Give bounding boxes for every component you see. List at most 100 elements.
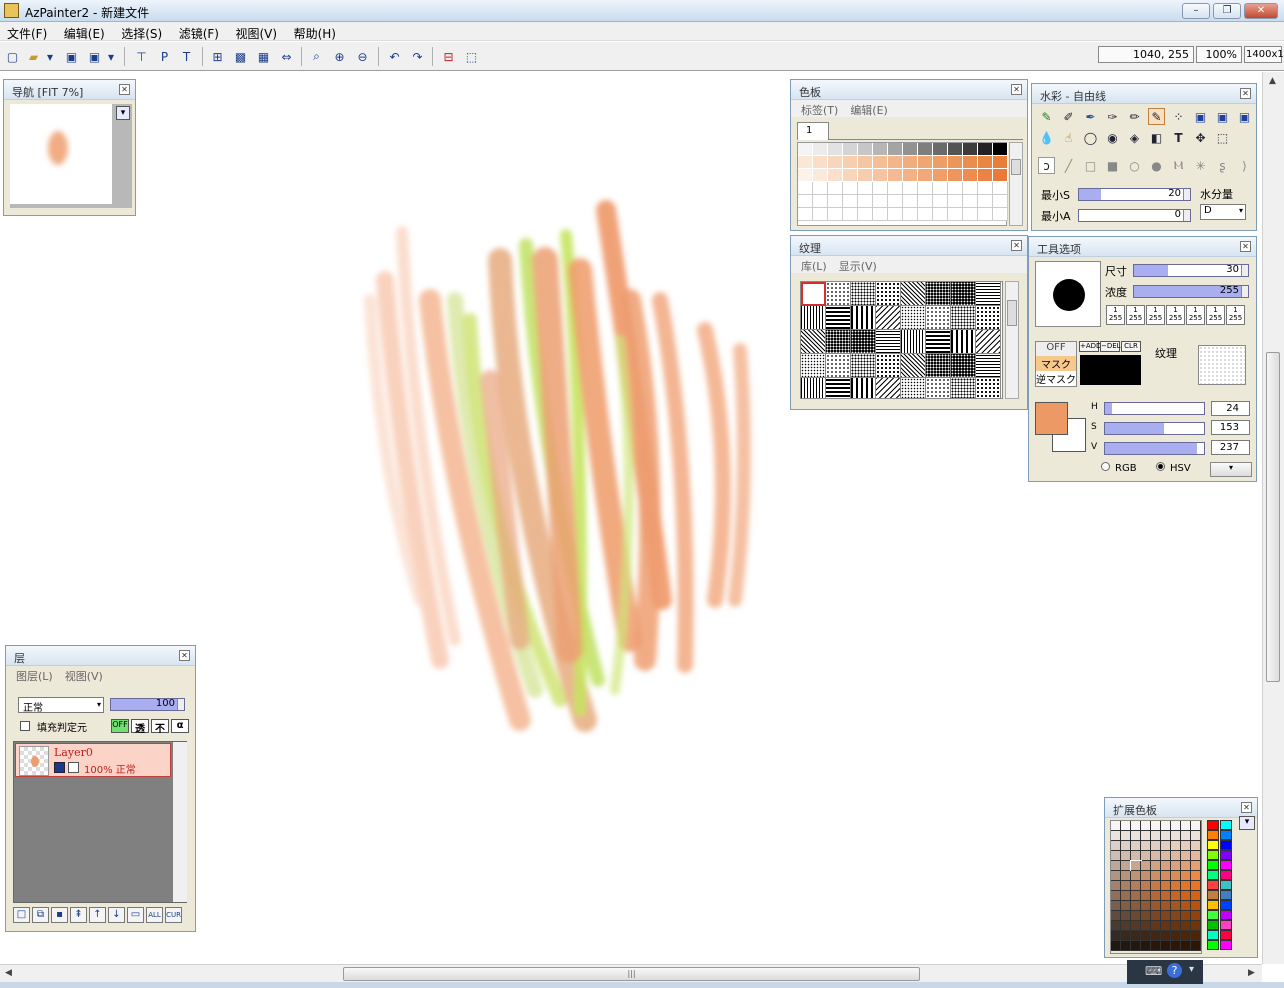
extended-color-swatch[interactable]	[1131, 941, 1141, 951]
palette-swatch[interactable]	[873, 169, 888, 182]
extended-color-swatch[interactable]	[1141, 921, 1151, 931]
extended-side-swatch[interactable]	[1207, 910, 1219, 920]
close-icon[interactable]: ✕	[1011, 240, 1022, 251]
palette-scrollbar[interactable]	[1009, 142, 1023, 226]
texture-swatch[interactable]	[826, 330, 851, 354]
extended-side-swatch[interactable]	[1207, 880, 1219, 890]
fill-ellipse-mode-icon[interactable]: ●	[1148, 157, 1165, 174]
extended-color-swatch[interactable]	[1111, 921, 1121, 931]
close-icon[interactable]: ✕	[119, 84, 130, 95]
maximize-button[interactable]: ❐	[1213, 3, 1241, 19]
palette-swatch[interactable]	[903, 143, 918, 156]
extended-color-swatch[interactable]	[1181, 921, 1191, 931]
extended-color-swatch[interactable]	[1111, 861, 1121, 871]
texture-swatch[interactable]	[901, 330, 926, 354]
extended-color-swatch[interactable]	[1111, 891, 1121, 901]
extended-color-swatch[interactable]	[1141, 861, 1151, 871]
brush-icon[interactable]: ✏	[1126, 108, 1143, 125]
extended-color-swatch[interactable]	[1131, 921, 1141, 931]
extended-color-swatch[interactable]	[1191, 821, 1201, 831]
extended-side-swatch[interactable]	[1207, 820, 1219, 830]
texture-swatch[interactable]	[851, 330, 876, 354]
texture-swatch[interactable]	[926, 306, 951, 330]
extended-color-swatch[interactable]	[1141, 831, 1151, 841]
palette-swatch[interactable]	[828, 143, 843, 156]
texture-pattern-grid[interactable]	[800, 281, 1003, 399]
delete-layer-button[interactable]: ▪	[51, 907, 68, 923]
all-button[interactable]: ALL	[146, 907, 163, 923]
palette-swatch-empty[interactable]	[918, 195, 933, 208]
extended-side-swatch[interactable]	[1207, 830, 1219, 840]
palette-swatch[interactable]	[873, 156, 888, 169]
palette-swatch[interactable]	[888, 156, 903, 169]
horizontal-scrollbar[interactable]: ◀ ||| ▶	[0, 964, 1262, 982]
menu-view[interactable]: 视图(V)	[229, 22, 284, 42]
extended-color-swatch[interactable]	[1131, 851, 1141, 861]
layer-list[interactable]: Layer0 100% 正常	[13, 741, 187, 903]
palette-swatch-empty[interactable]	[948, 182, 963, 195]
pressure-preset-button[interactable]: 1 255	[1126, 305, 1145, 325]
palette-swatch[interactable]	[903, 156, 918, 169]
minimize-button[interactable]: –	[1182, 3, 1210, 19]
palette-swatch-empty[interactable]	[828, 195, 843, 208]
bezier-mode-icon[interactable]: ⟩	[1236, 157, 1253, 174]
extended-color-swatch[interactable]	[1181, 841, 1191, 851]
extended-color-swatch[interactable]	[1131, 831, 1141, 841]
palette-swatch[interactable]	[858, 169, 873, 182]
extended-side-swatch[interactable]	[1220, 870, 1232, 880]
extended-color-swatch[interactable]	[1111, 841, 1121, 851]
texture-swatch[interactable]	[901, 282, 926, 306]
scroll-right-icon[interactable]: ▶	[1248, 968, 1255, 978]
extended-side-swatch[interactable]	[1220, 860, 1232, 870]
palette-swatch[interactable]	[933, 143, 948, 156]
extended-color-swatch[interactable]	[1130, 860, 1142, 872]
texture-swatch[interactable]	[976, 378, 1001, 398]
pressure-preset-button[interactable]: 1 255	[1106, 305, 1125, 325]
new-layer-button[interactable]: □	[13, 907, 30, 923]
extended-side-swatch[interactable]	[1220, 940, 1232, 950]
close-button[interactable]: ✕	[1244, 3, 1278, 19]
extended-color-swatch[interactable]	[1151, 871, 1161, 881]
extended-color-swatch[interactable]	[1171, 901, 1181, 911]
blend-mode-select[interactable]: 正常 ▾	[18, 697, 104, 714]
pressure-preset-button[interactable]: 1 255	[1206, 305, 1225, 325]
layer-list-scrollbar[interactable]	[173, 742, 187, 902]
texture-swatch[interactable]	[826, 378, 851, 398]
water-select[interactable]: D ▾	[1200, 204, 1246, 220]
extended-color-swatch[interactable]	[1151, 911, 1161, 921]
redo-icon[interactable]: ↷	[408, 47, 427, 66]
texture-swatch[interactable]	[976, 306, 1001, 330]
palette-swatch-empty[interactable]	[948, 208, 963, 221]
texture-swatch[interactable]	[801, 354, 826, 378]
extended-color-swatch[interactable]	[1161, 931, 1171, 941]
extended-color-swatch[interactable]	[1131, 871, 1141, 881]
dots-icon[interactable]: ⁘	[1170, 108, 1187, 125]
palette-swatch[interactable]	[798, 143, 813, 156]
texture-swatch[interactable]	[951, 378, 976, 398]
layer-menu-view[interactable]: 视图(V)	[65, 670, 103, 683]
extended-color-swatch[interactable]	[1171, 861, 1181, 871]
pen-icon[interactable]: ✎	[1038, 108, 1055, 125]
extended-color-swatch[interactable]	[1131, 901, 1141, 911]
extended-color-swatch[interactable]	[1111, 881, 1121, 891]
fill-ref-checkbox[interactable]	[20, 721, 30, 731]
scroll-left-icon[interactable]: ◀	[5, 968, 12, 978]
extended-color-swatch[interactable]	[1191, 941, 1201, 951]
fill-icon[interactable]: ◈	[1126, 129, 1143, 146]
extended-color-swatch[interactable]	[1171, 841, 1181, 851]
texture-swatch[interactable]	[926, 282, 951, 306]
texture-swatch[interactable]	[801, 378, 826, 398]
zoom-icon[interactable]: ⌕	[307, 47, 326, 66]
saturation-slider[interactable]	[1104, 422, 1205, 435]
horizontal-scroll-thumb[interactable]: |||	[343, 967, 920, 981]
extended-color-swatch[interactable]	[1141, 871, 1151, 881]
palette-swatch[interactable]	[918, 143, 933, 156]
palette-swatch[interactable]	[948, 143, 963, 156]
layer-lock-icon[interactable]	[68, 762, 79, 773]
palette-swatch[interactable]	[993, 156, 1008, 169]
extended-color-swatch[interactable]	[1191, 891, 1201, 901]
extended-color-swatch[interactable]	[1151, 941, 1161, 951]
pressure-preset-button[interactable]: 1 255	[1146, 305, 1165, 325]
extended-color-swatch[interactable]	[1161, 941, 1171, 951]
texture-swatch[interactable]	[876, 306, 901, 330]
